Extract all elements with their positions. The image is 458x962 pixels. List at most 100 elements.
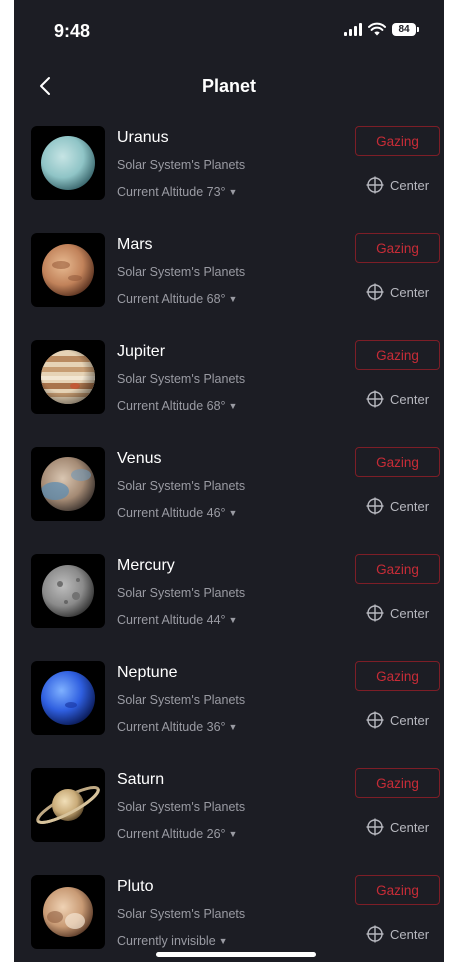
gazing-button[interactable]: Gazing	[355, 447, 440, 477]
planet-row-uranus[interactable]: Uranus Solar System's Planets Current Al…	[14, 118, 444, 225]
mars-planet-icon	[42, 244, 94, 296]
altitude-text: Current Altitude 68°	[117, 292, 226, 306]
planet-name: Venus	[117, 450, 162, 467]
gazing-button[interactable]: Gazing	[355, 554, 440, 584]
center-button[interactable]: Center	[366, 283, 429, 301]
crosshair-icon	[366, 390, 384, 408]
center-button[interactable]: Center	[366, 497, 429, 515]
altitude-dropdown[interactable]: Current Altitude 46° ▼	[117, 506, 237, 520]
crosshair-icon	[366, 176, 384, 194]
center-button[interactable]: Center	[366, 818, 429, 836]
altitude-text: Current Altitude 68°	[117, 399, 226, 413]
altitude-dropdown[interactable]: Current Altitude 68° ▼	[117, 292, 237, 306]
center-button[interactable]: Center	[366, 604, 429, 622]
center-label: Center	[390, 605, 430, 621]
crosshair-icon	[366, 283, 384, 301]
status-time: 9:48	[54, 21, 91, 41]
caret-down-icon: ▼	[228, 722, 238, 732]
planet-name: Pluto	[117, 878, 154, 895]
caret-down-icon: ▼	[228, 615, 238, 625]
altitude-dropdown[interactable]: Current Altitude 68° ▼	[117, 399, 237, 413]
planet-name: Mercury	[117, 557, 175, 574]
planet-thumbnail-pluto	[31, 875, 105, 949]
crosshair-icon	[366, 497, 384, 515]
planet-row-pluto[interactable]: Pluto Solar System's Planets Currently i…	[14, 867, 444, 962]
center-button[interactable]: Center	[366, 711, 429, 729]
center-label: Center	[390, 926, 430, 942]
planet-category: Solar System's Planets	[117, 586, 246, 600]
planet-thumbnail-saturn	[31, 768, 105, 842]
planet-thumbnail-neptune	[31, 661, 105, 735]
planet-name: Neptune	[117, 664, 178, 681]
mercury-planet-icon	[42, 565, 94, 617]
uranus-planet-icon	[41, 136, 95, 190]
altitude-dropdown[interactable]: Currently invisible ▼	[117, 934, 228, 948]
status-icons: 84	[344, 22, 419, 36]
planet-thumbnail-jupiter	[31, 340, 105, 414]
planet-thumbnail-venus	[31, 447, 105, 521]
crosshair-icon	[366, 604, 384, 622]
caret-down-icon: ▼	[228, 401, 238, 411]
crosshair-icon	[366, 925, 384, 943]
center-button[interactable]: Center	[366, 176, 429, 194]
planet-row-saturn[interactable]: Saturn Solar System's Planets Current Al…	[14, 760, 444, 867]
jupiter-planet-icon	[41, 350, 95, 404]
planet-name: Saturn	[117, 771, 165, 788]
gazing-button[interactable]: Gazing	[355, 126, 440, 156]
planet-name: Mars	[117, 236, 153, 253]
center-label: Center	[390, 284, 430, 300]
altitude-text: Current Altitude 73°	[117, 185, 226, 199]
planet-category: Solar System's Planets	[117, 372, 246, 386]
planet-row-neptune[interactable]: Neptune Solar System's Planets Current A…	[14, 653, 444, 760]
caret-down-icon: ▼	[228, 508, 238, 518]
center-label: Center	[390, 819, 430, 835]
gazing-button[interactable]: Gazing	[355, 768, 440, 798]
altitude-dropdown[interactable]: Current Altitude 36° ▼	[117, 720, 237, 734]
gazing-button[interactable]: Gazing	[355, 340, 440, 370]
altitude-dropdown[interactable]: Current Altitude 44° ▼	[117, 613, 237, 627]
caret-down-icon: ▼	[228, 829, 238, 839]
crosshair-icon	[366, 711, 384, 729]
caret-down-icon: ▼	[228, 294, 238, 304]
center-button[interactable]: Center	[366, 925, 429, 943]
home-indicator[interactable]	[156, 952, 316, 957]
planet-row-mercury[interactable]: Mercury Solar System's Planets Current A…	[14, 546, 444, 653]
altitude-text: Current Altitude 46°	[117, 506, 226, 520]
pluto-planet-icon	[43, 887, 93, 937]
planet-row-jupiter[interactable]: Jupiter Solar System's Planets Current A…	[14, 332, 444, 439]
gazing-button[interactable]: Gazing	[355, 661, 440, 691]
wifi-icon	[368, 22, 386, 36]
center-button[interactable]: Center	[366, 390, 429, 408]
center-label: Center	[390, 712, 430, 728]
cellular-signal-icon	[344, 22, 362, 36]
planet-thumbnail-uranus	[31, 126, 105, 200]
planet-row-venus[interactable]: Venus Solar System's Planets Current Alt…	[14, 439, 444, 546]
planet-thumbnail-mars	[31, 233, 105, 307]
page-title: Planet	[201, 76, 257, 96]
altitude-dropdown[interactable]: Current Altitude 73° ▼	[117, 185, 237, 199]
gazing-button[interactable]: Gazing	[355, 233, 440, 263]
saturn-planet-icon	[36, 786, 100, 824]
planet-thumbnail-mercury	[31, 554, 105, 628]
gazing-button[interactable]: Gazing	[355, 875, 440, 905]
crosshair-icon	[366, 818, 384, 836]
planet-name: Uranus	[117, 129, 169, 146]
caret-down-icon: ▼	[228, 187, 238, 197]
altitude-text: Current Altitude 26°	[117, 827, 226, 841]
center-label: Center	[390, 391, 430, 407]
status-bar: 9:48 84	[14, 0, 444, 56]
planet-category: Solar System's Planets	[117, 158, 246, 172]
planet-name: Jupiter	[117, 343, 166, 360]
planet-list: Uranus Solar System's Planets Current Al…	[14, 118, 444, 962]
altitude-text: Current Altitude 36°	[117, 720, 226, 734]
center-label: Center	[390, 498, 430, 514]
planet-category: Solar System's Planets	[117, 907, 246, 921]
neptune-planet-icon	[41, 671, 95, 725]
battery-icon: 84	[392, 22, 419, 36]
planet-row-mars[interactable]: Mars Solar System's Planets Current Alti…	[14, 225, 444, 332]
planet-category: Solar System's Planets	[117, 800, 246, 814]
planet-category: Solar System's Planets	[117, 265, 246, 279]
venus-planet-icon	[41, 457, 95, 511]
altitude-dropdown[interactable]: Current Altitude 26° ▼	[117, 827, 237, 841]
altitude-text: Currently invisible	[117, 934, 216, 948]
